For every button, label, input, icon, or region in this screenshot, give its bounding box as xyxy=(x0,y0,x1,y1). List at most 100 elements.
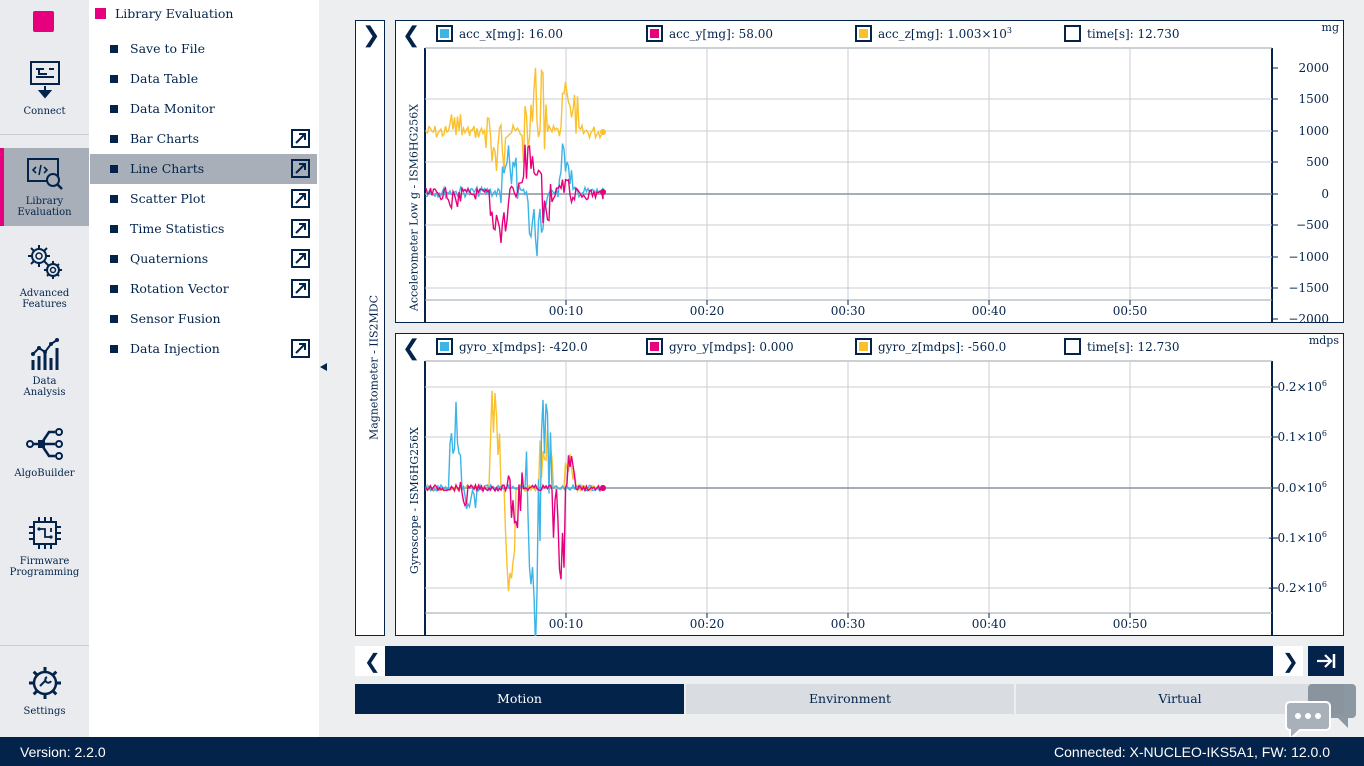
y-tick-label: 1000 xyxy=(1298,124,1329,138)
tab-environment[interactable]: Environment xyxy=(686,684,1014,714)
brand-logo xyxy=(33,11,54,32)
timeline-forward-button[interactable]: ❯ xyxy=(1273,646,1303,676)
bullet-icon xyxy=(110,315,118,323)
menu-item-label: Save to File xyxy=(130,41,206,56)
menu-item-quaternions[interactable]: Quaternions xyxy=(90,244,317,274)
open-external-icon[interactable] xyxy=(291,129,310,148)
x-tick-label: 00:30 xyxy=(831,304,866,318)
rail-item-connect[interactable]: Connect xyxy=(0,60,89,130)
rail-label-library-evaluation: Library Evaluation xyxy=(17,196,72,218)
y-tick-label: −0.1×106 xyxy=(1267,530,1327,545)
y-tick-label: 2000 xyxy=(1298,61,1329,75)
panel-title-marker xyxy=(95,8,106,19)
x-tick-label: 00:40 xyxy=(972,617,1007,631)
collapse-panel-button[interactable] xyxy=(320,363,327,371)
gyro-y-series-cursor xyxy=(600,485,606,491)
rail-item-settings[interactable]: Settings xyxy=(0,664,89,726)
rail-item-advanced-features[interactable]: Advanced Features xyxy=(0,242,89,314)
bullet-icon xyxy=(110,45,118,53)
x-tick-label: 00:40 xyxy=(972,304,1007,318)
menu-item-data-monitor[interactable]: Data Monitor xyxy=(90,94,317,124)
bullet-icon xyxy=(110,255,118,263)
rail-label-algobuilder: AlgoBuilder xyxy=(14,468,75,479)
chip-icon xyxy=(28,517,61,549)
rail-label-firmware-programming: Firmware Programming xyxy=(9,556,80,578)
timeline-scrollbar[interactable] xyxy=(385,646,1273,676)
gyroscope-chart: ❮ Gyroscope - ISM6HG256X gyro_x[mdps]: -… xyxy=(395,333,1344,636)
menu-item-rotation-vector[interactable]: Rotation Vector xyxy=(90,274,317,304)
menu-item-save-to-file[interactable]: Save to File xyxy=(90,34,317,64)
x-tick-label: 00:10 xyxy=(549,617,584,631)
bullet-icon xyxy=(110,225,118,233)
expand-chevron-icon[interactable]: ❯ xyxy=(362,23,380,48)
panel-title: Library Evaluation xyxy=(95,6,233,21)
tab-motion[interactable]: Motion xyxy=(355,684,684,714)
menu-item-label: Rotation Vector xyxy=(130,281,229,296)
menu-item-label: Quaternions xyxy=(130,251,209,266)
menu-item-data-injection[interactable]: Data Injection xyxy=(90,334,317,364)
version-label: Version: 2.2.0 xyxy=(20,744,106,760)
flow-icon xyxy=(25,428,63,460)
rail-label-connect: Connect xyxy=(23,106,66,117)
bullet-icon xyxy=(110,135,118,143)
acc-z-series-cursor xyxy=(600,129,606,135)
acc-y-series-cursor xyxy=(600,189,606,195)
y-tick-label: −1500 xyxy=(1288,281,1329,295)
x-tick-label: 00:20 xyxy=(690,617,725,631)
library-evaluation-panel: Library Evaluation Save to File Data Tabl… xyxy=(89,0,319,737)
accelerometer-chart: ❮ Accelerometer Low g - ISM6HG256X acc_x… xyxy=(395,20,1344,323)
open-external-icon[interactable] xyxy=(291,339,310,358)
y-tick-exponent: 6 xyxy=(1322,429,1327,438)
x-tick-label: 00:50 xyxy=(1113,304,1148,318)
menu-item-bar-charts[interactable]: Bar Charts xyxy=(90,124,317,154)
panel-title-text: Library Evaluation xyxy=(115,6,234,21)
code-search-icon xyxy=(26,158,63,190)
menu-item-label: Data Injection xyxy=(130,341,220,356)
y-tick-exponent: 6 xyxy=(1322,480,1327,489)
bullet-icon xyxy=(110,195,118,203)
accelerometer-plot: 00:10 00:20 00:30 00:40 00:50 2000 1500 1000 500… xyxy=(424,47,1329,323)
menu-item-label: Scatter Plot xyxy=(130,191,206,206)
y-tick-label: −500 xyxy=(1296,218,1329,232)
bullet-icon xyxy=(110,285,118,293)
menu-item-data-table[interactable]: Data Table xyxy=(90,64,317,94)
chat-icon[interactable] xyxy=(1284,682,1358,740)
x-tick-label: 00:10 xyxy=(549,304,584,318)
magnetometer-collapsed-chart[interactable]: ❯ Magnetometer - IIS2MDC xyxy=(355,20,385,636)
rail-item-algobuilder[interactable]: AlgoBuilder xyxy=(0,424,89,486)
jump-to-end-button[interactable] xyxy=(1308,646,1344,676)
jump-to-end-icon xyxy=(1317,654,1336,668)
connection-status: Connected: X-NUCLEO-IKS5A1, FW: 12.0.0 xyxy=(1054,744,1330,760)
rail-item-data-analysis[interactable]: Data Analysis xyxy=(0,336,89,404)
menu-item-label: Bar Charts xyxy=(130,131,200,146)
menu-item-sensor-fusion[interactable]: Sensor Fusion xyxy=(90,304,317,334)
y-tick-label: 0.0×106 xyxy=(1277,480,1327,495)
chevron-left-icon: ❮ xyxy=(364,649,381,673)
y-tick-label: 0.2×106 xyxy=(1277,379,1327,394)
menu-item-time-statistics[interactable]: Time Statistics xyxy=(90,214,317,244)
timeline-back-button[interactable]: ❮ xyxy=(355,646,385,676)
open-external-icon[interactable] xyxy=(291,159,310,178)
connect-icon xyxy=(29,61,60,99)
menu-item-label: Sensor Fusion xyxy=(130,311,221,326)
open-external-icon[interactable] xyxy=(291,219,310,238)
open-external-icon[interactable] xyxy=(291,189,310,208)
menu-item-line-charts[interactable]: Line Charts xyxy=(90,154,317,184)
gears-icon xyxy=(27,245,62,279)
menu-item-scatter-plot[interactable]: Scatter Plot xyxy=(90,184,317,214)
y-tick-label: 0.1×106 xyxy=(1277,429,1327,444)
open-external-icon[interactable] xyxy=(291,249,310,268)
y-tick-exponent: 6 xyxy=(1322,530,1327,539)
x-tick-label: 00:20 xyxy=(690,304,725,318)
gyroscope-plot: 00:10 00:20 00:30 00:40 00:50 0.2×106 0.1×106 0… xyxy=(424,360,1327,636)
rail-item-firmware-programming[interactable]: Firmware Programming xyxy=(0,514,89,586)
rail-item-library-evaluation[interactable]: Library Evaluation xyxy=(0,148,89,226)
y-tick-label: −1000 xyxy=(1288,250,1329,264)
gyro-y-series xyxy=(425,455,604,580)
open-external-icon[interactable] xyxy=(291,279,310,298)
gyro-z-series xyxy=(425,390,604,592)
bullet-icon xyxy=(110,105,118,113)
bullet-icon xyxy=(110,165,118,173)
menu-item-label: Line Charts xyxy=(130,161,205,176)
bullet-icon xyxy=(110,75,118,83)
